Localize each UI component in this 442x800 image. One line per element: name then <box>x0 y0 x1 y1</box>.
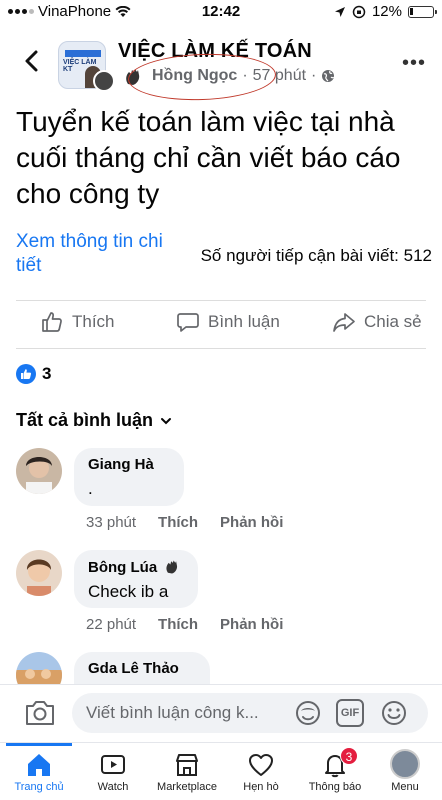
reaction-summary[interactable]: 3 <box>16 364 51 384</box>
commenter-name[interactable]: Giang Hà <box>88 456 170 473</box>
commenter-avatar[interactable] <box>16 448 62 494</box>
home-icon <box>28 754 50 776</box>
gif-button[interactable]: GIF <box>336 699 364 727</box>
tab-notifications[interactable]: 3 Thông báo <box>298 743 372 800</box>
comment-label: Bình luận <box>208 312 280 331</box>
camera-icon[interactable] <box>24 699 56 727</box>
comments-filter-dropdown[interactable]: Tất cả bình luận <box>16 410 173 431</box>
emoji-icon[interactable] <box>380 699 408 727</box>
battery-percent: 12% <box>371 3 402 20</box>
status-right: 12% <box>334 3 437 20</box>
status-bar: VinaPhone 12:42 12% <box>0 0 442 24</box>
comment-like-link[interactable]: Thích <box>158 514 198 531</box>
thumbs-up-icon <box>42 312 62 332</box>
bottom-tab-bar: Trang chủ Watch Marketplace Hẹn hò 3 Thô… <box>0 742 442 800</box>
comment-button[interactable]: Bình luận <box>176 310 280 334</box>
comment-item: Gda Lê Thảo <box>16 652 436 684</box>
tab-menu-label: Menu <box>391 781 419 793</box>
post-header: VIỆC LÀM KT VIỆC LÀM KẾ TOÁN Hồng Ngọc ·… <box>0 36 442 103</box>
location-arrow-icon <box>334 6 345 17</box>
comments-filter-label: Tất cả bình luận <box>16 410 154 430</box>
tab-dating-label: Hẹn hò <box>243 781 279 793</box>
tab-home[interactable]: Trang chủ <box>2 743 76 800</box>
comment-meta: 22 phút Thích Phản hồi <box>86 616 283 633</box>
new-member-wave-icon <box>166 560 178 574</box>
avatar-sticker-icon[interactable] <box>294 699 322 727</box>
share-button[interactable]: Chia sẻ <box>332 310 422 334</box>
commenter-avatar[interactable] <box>16 550 62 596</box>
commenter-name[interactable]: Gda Lê Thảo <box>88 660 196 677</box>
divider <box>16 300 426 301</box>
marketplace-shop-icon <box>176 754 198 776</box>
comment-text: . <box>88 479 93 498</box>
post-reach: Số người tiếp cận bài viết: 512 <box>200 246 432 265</box>
watch-video-icon <box>101 755 125 774</box>
comment-bubble[interactable]: Giang Hà . <box>74 448 184 506</box>
divider <box>16 348 426 349</box>
tab-dating[interactable]: Hẹn hò <box>224 743 298 800</box>
comment-input[interactable] <box>72 693 428 733</box>
post-text: Tuyển kế toán làm việc tại nhà cuối thán… <box>16 106 401 209</box>
notification-badge: 3 <box>340 747 358 765</box>
tab-menu[interactable]: Menu <box>368 743 442 800</box>
tab-marketplace[interactable]: Marketplace <box>150 743 224 800</box>
separator-dot: · <box>311 67 317 84</box>
comment-bubble[interactable]: Gda Lê Thảo <box>74 652 210 684</box>
author-avatar[interactable] <box>93 70 115 92</box>
more-options-icon[interactable]: ••• <box>402 52 426 75</box>
commenter-avatar[interactable] <box>16 652 62 684</box>
comment-bubble-icon <box>177 313 199 332</box>
tab-watch-label: Watch <box>97 781 129 793</box>
action-row: Thích Bình luận Chia sẻ <box>0 304 442 344</box>
comment-like-link[interactable]: Thích <box>158 616 198 633</box>
dating-heart-icon <box>249 754 273 776</box>
tab-home-label: Trang chủ <box>14 781 64 793</box>
battery-icon <box>408 5 437 18</box>
back-arrow-icon[interactable] <box>18 46 48 76</box>
comment-meta: 33 phút Thích Phản hồi <box>86 514 283 531</box>
commenter-name-text[interactable]: Bông Lúa <box>88 559 157 576</box>
see-details-link[interactable]: Xem thông tin chi tiết <box>16 230 166 278</box>
profile-avatar <box>390 749 420 779</box>
share-label: Chia sẻ <box>364 312 422 331</box>
tab-notifications-label: Thông báo <box>308 781 362 793</box>
reaction-count: 3 <box>42 364 52 383</box>
comment-composer: GIF <box>0 684 442 740</box>
comment-time: 22 phút <box>86 616 137 633</box>
globe-icon <box>322 70 335 82</box>
tab-marketplace-label: Marketplace <box>157 781 217 793</box>
comment-reply-link[interactable]: Phản hồi <box>220 616 283 633</box>
comment-time: 33 phút <box>86 514 137 531</box>
like-button[interactable]: Thích <box>40 310 115 334</box>
comment-reply-link[interactable]: Phản hồi <box>220 514 283 531</box>
commenter-name: Bông Lúa <box>88 558 184 576</box>
tab-watch[interactable]: Watch <box>76 743 150 800</box>
like-reaction-icon <box>16 364 36 384</box>
share-arrow-icon <box>333 313 355 332</box>
chevron-down-icon <box>161 417 172 424</box>
comment-bubble[interactable]: Bông Lúa Check ib a <box>74 550 198 608</box>
orientation-lock-icon <box>352 5 366 18</box>
like-label: Thích <box>72 312 115 331</box>
comment-text: Check ib a <box>88 582 169 601</box>
